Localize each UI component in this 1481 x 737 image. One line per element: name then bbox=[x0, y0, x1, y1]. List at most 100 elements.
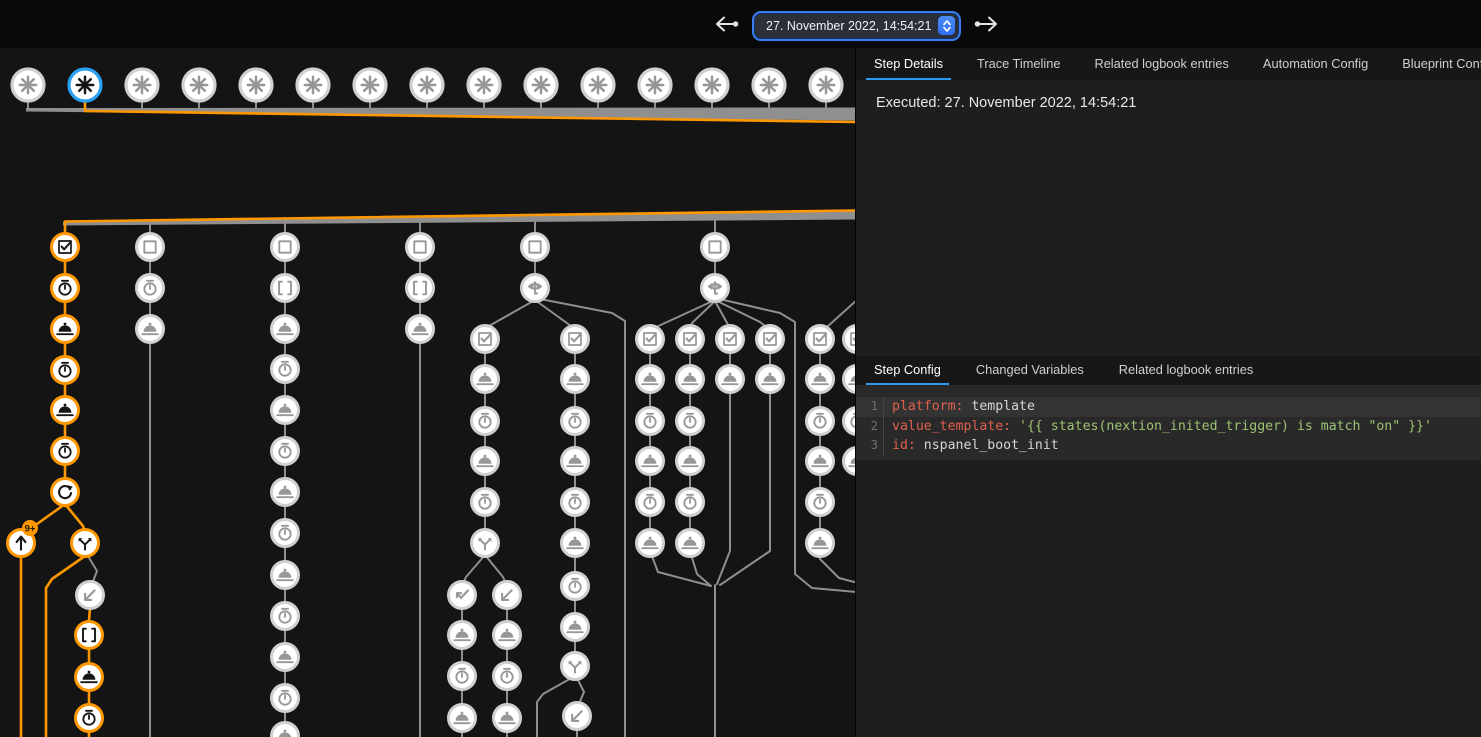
trace-node-timer[interactable] bbox=[562, 489, 589, 516]
trace-node-dome[interactable] bbox=[76, 664, 103, 691]
trace-node-dome[interactable] bbox=[52, 397, 79, 424]
tab-step-config[interactable]: Step Config bbox=[866, 356, 949, 385]
trace-node-timer[interactable] bbox=[52, 357, 79, 384]
trace-node-dome[interactable] bbox=[272, 562, 299, 589]
trace-node-timer[interactable] bbox=[52, 438, 79, 465]
trace-node-timer[interactable] bbox=[844, 408, 856, 435]
trace-node-timer[interactable] bbox=[449, 663, 476, 690]
trace-node-checkbox-blank[interactable] bbox=[137, 234, 164, 261]
trace-node-checkbox-blank[interactable] bbox=[702, 234, 729, 261]
next-run-button[interactable] bbox=[971, 12, 1001, 39]
run-select[interactable]: 27. November 2022, 14:54:21 bbox=[755, 14, 958, 38]
trace-node-dome[interactable] bbox=[494, 705, 521, 732]
trace-node-checkbox-marked[interactable] bbox=[807, 326, 834, 353]
trace-node-asterisk[interactable] bbox=[240, 69, 272, 101]
trace-node-timer[interactable] bbox=[272, 438, 299, 465]
trace-node-timer[interactable] bbox=[807, 489, 834, 516]
trace-node-checkbox-marked[interactable] bbox=[677, 326, 704, 353]
trace-node-dome[interactable] bbox=[407, 316, 434, 343]
trace-node-asterisk[interactable] bbox=[12, 69, 44, 101]
trace-node-asterisk[interactable] bbox=[411, 69, 443, 101]
trace-node-timer[interactable] bbox=[272, 356, 299, 383]
trace-node-timer[interactable] bbox=[494, 663, 521, 690]
trace-node-dome[interactable] bbox=[807, 448, 834, 475]
trace-node-dome[interactable] bbox=[637, 530, 664, 557]
trace-node-check-arrow[interactable] bbox=[449, 582, 476, 609]
trace-node-timer[interactable] bbox=[472, 489, 499, 516]
trace-node-arrow-bottom-left[interactable] bbox=[77, 582, 104, 609]
tab-automation-config[interactable]: Automation Config bbox=[1255, 48, 1376, 80]
trace-node-timer[interactable] bbox=[137, 275, 164, 302]
tab-related-logbook-entries[interactable]: Related logbook entries bbox=[1086, 48, 1236, 80]
trace-node-timer[interactable] bbox=[637, 408, 664, 435]
trace-node-dome[interactable] bbox=[677, 448, 704, 475]
trace-node-dome[interactable] bbox=[472, 448, 499, 475]
trace-node-checkbox-marked[interactable] bbox=[52, 234, 79, 261]
trace-node-dome[interactable] bbox=[637, 366, 664, 393]
trace-node-dome[interactable] bbox=[677, 366, 704, 393]
trace-node-dome[interactable] bbox=[562, 448, 589, 475]
trace-node-dome[interactable] bbox=[562, 614, 589, 641]
trace-node-brackets[interactable] bbox=[407, 275, 434, 302]
trace-node-dome[interactable] bbox=[52, 316, 79, 343]
trace-node-dome[interactable] bbox=[272, 723, 299, 737]
trace-node-asterisk[interactable] bbox=[582, 69, 614, 101]
trace-node-dome[interactable] bbox=[844, 448, 856, 475]
trace-node-timer[interactable] bbox=[677, 408, 704, 435]
trace-node-timer[interactable] bbox=[472, 408, 499, 435]
trace-node-dome[interactable] bbox=[449, 705, 476, 732]
trace-node-dome[interactable] bbox=[562, 366, 589, 393]
trace-node-asterisk[interactable] bbox=[69, 69, 101, 101]
trace-node-brackets[interactable] bbox=[76, 622, 103, 649]
trace-node-asterisk[interactable] bbox=[639, 69, 671, 101]
trace-node-timer[interactable] bbox=[76, 705, 103, 732]
trace-node-dome[interactable] bbox=[137, 316, 164, 343]
trace-node-asterisk[interactable] bbox=[297, 69, 329, 101]
trace-node-asterisk[interactable] bbox=[696, 69, 728, 101]
trace-node-dome[interactable] bbox=[272, 316, 299, 343]
trace-node-dome[interactable] bbox=[677, 530, 704, 557]
trace-node-timer[interactable] bbox=[562, 408, 589, 435]
trace-node-dome[interactable] bbox=[757, 366, 784, 393]
trace-node-asterisk[interactable] bbox=[354, 69, 386, 101]
trace-node-checkbox-blank[interactable] bbox=[407, 234, 434, 261]
trace-node-timer[interactable] bbox=[272, 603, 299, 630]
trace-node-dome[interactable] bbox=[494, 622, 521, 649]
tab-blueprint-config[interactable]: Blueprint Config bbox=[1394, 48, 1481, 80]
trace-node-checkbox-blank[interactable] bbox=[272, 234, 299, 261]
trace-node-arrow-bottom-left[interactable] bbox=[494, 582, 521, 609]
trace-node-call-split[interactable] bbox=[72, 530, 99, 557]
trace-node-arrow-up[interactable]: 9+ bbox=[8, 520, 39, 557]
yaml-code-editor[interactable]: 1platform: template2value_template: '{{ … bbox=[856, 385, 1481, 460]
trace-node-dome[interactable] bbox=[562, 530, 589, 557]
tab-trace-timeline[interactable]: Trace Timeline bbox=[969, 48, 1068, 80]
trace-node-timer[interactable] bbox=[272, 520, 299, 547]
trace-node-timer[interactable] bbox=[637, 489, 664, 516]
trace-node-dome[interactable] bbox=[272, 644, 299, 671]
trace-node-asterisk[interactable] bbox=[468, 69, 500, 101]
trace-node-dome[interactable] bbox=[272, 479, 299, 506]
trace-node-timer[interactable] bbox=[807, 408, 834, 435]
previous-run-button[interactable] bbox=[712, 12, 742, 39]
trace-node-call-split[interactable] bbox=[562, 653, 589, 680]
trace-node-dome[interactable] bbox=[272, 397, 299, 424]
trace-node-timer[interactable] bbox=[562, 573, 589, 600]
trace-node-asterisk[interactable] bbox=[810, 69, 842, 101]
trace-node-call-split[interactable] bbox=[472, 530, 499, 557]
trace-node-arrow-bottom-left[interactable] bbox=[564, 703, 591, 730]
trace-node-dome[interactable] bbox=[844, 366, 856, 393]
trace-node-checkbox-marked[interactable] bbox=[844, 326, 856, 353]
trace-node-dome[interactable] bbox=[472, 366, 499, 393]
trace-node-dome[interactable] bbox=[807, 530, 834, 557]
trace-node-asterisk[interactable] bbox=[525, 69, 557, 101]
trace-node-asterisk[interactable] bbox=[183, 69, 215, 101]
trace-node-dome[interactable] bbox=[807, 366, 834, 393]
trace-node-brackets[interactable] bbox=[272, 275, 299, 302]
trace-node-dome[interactable] bbox=[449, 622, 476, 649]
trace-node-refresh[interactable] bbox=[52, 479, 79, 506]
trace-node-timer[interactable] bbox=[677, 489, 704, 516]
tab-related-logbook-entries[interactable]: Related logbook entries bbox=[1111, 356, 1261, 385]
trace-node-checkbox-marked[interactable] bbox=[637, 326, 664, 353]
trace-node-timer[interactable] bbox=[52, 275, 79, 302]
trace-node-asterisk[interactable] bbox=[126, 69, 158, 101]
